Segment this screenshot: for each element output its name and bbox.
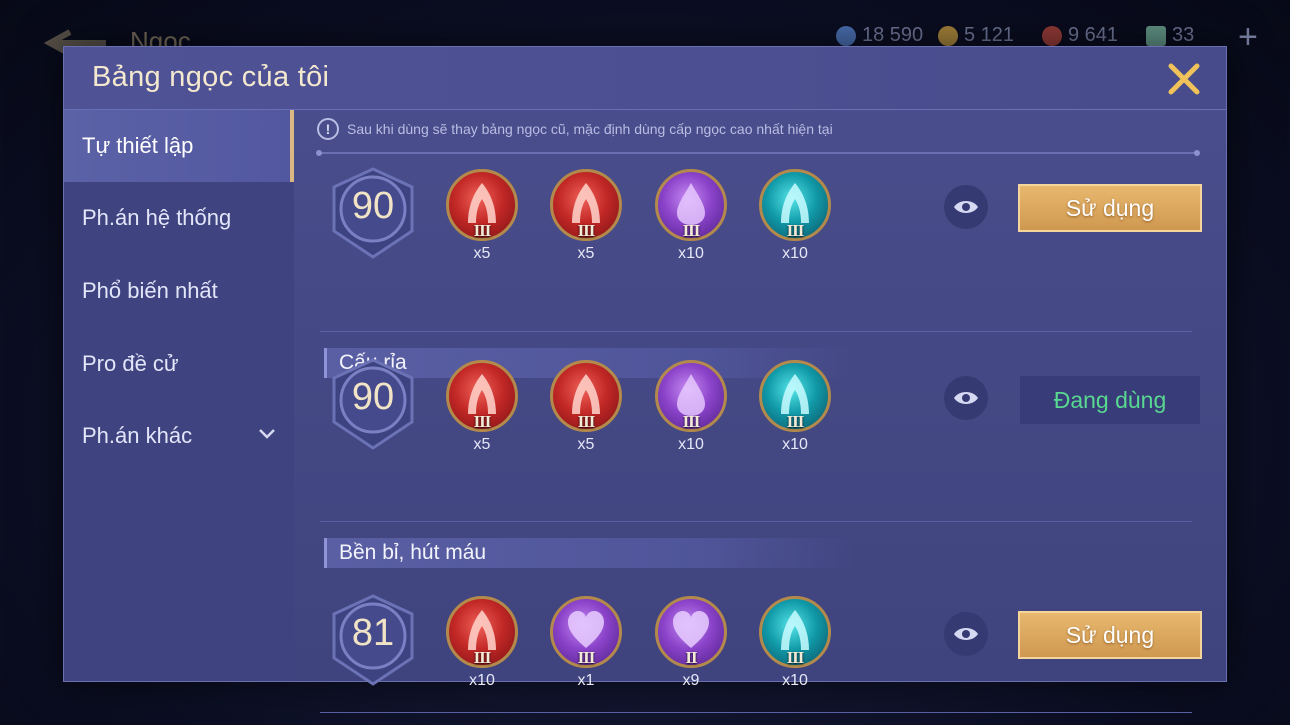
page-level: 90 bbox=[351, 185, 395, 227]
divider bbox=[320, 331, 1192, 332]
use-button[interactable]: Sử dụng bbox=[1018, 184, 1202, 232]
sidebar-item-system[interactable]: Ph.án hệ thống bbox=[64, 182, 294, 254]
gem-count: x5 bbox=[577, 245, 595, 262]
sidebar-item-popular[interactable]: Phổ biến nhất bbox=[64, 255, 294, 327]
in-use-status: Đang dùng bbox=[1020, 376, 1200, 424]
rune-page-row: 81 III x10 III x1 II x9 III x10 Sử dụng bbox=[294, 592, 1226, 692]
gem-count: x10 bbox=[678, 436, 704, 453]
gem-slot[interactable]: III x5 bbox=[550, 360, 622, 453]
gem-slot[interactable]: III x10 bbox=[759, 360, 831, 453]
resource-ruby: 9 641 bbox=[1042, 24, 1118, 47]
page-level: 90 bbox=[351, 376, 395, 418]
drop-rune-icon bbox=[677, 374, 705, 416]
sidebar: Tự thiết lập Ph.án hệ thống Phổ biến nhấ… bbox=[64, 110, 294, 681]
use-button[interactable]: Sử dụng bbox=[1018, 611, 1202, 659]
eye-icon bbox=[954, 628, 978, 640]
gem-count: x9 bbox=[682, 672, 700, 689]
notice: ! Sau khi dùng sẽ thay bảng ngọc cũ, mặc… bbox=[317, 118, 833, 140]
ruby-icon bbox=[1042, 25, 1062, 46]
page-name-label[interactable]: Bền bỉ, hút máu bbox=[324, 538, 854, 568]
gem-slot[interactable]: III x5 bbox=[446, 360, 518, 453]
gem-count: x5 bbox=[577, 436, 595, 453]
gem-tier: III bbox=[473, 221, 492, 240]
heart-rune-icon bbox=[673, 611, 709, 648]
arch-rune-icon bbox=[781, 183, 809, 223]
arch-rune-icon bbox=[468, 610, 496, 650]
gem-slot[interactable]: II x9 bbox=[655, 596, 727, 689]
gem-tier: III bbox=[577, 412, 596, 431]
eye-icon bbox=[954, 201, 978, 213]
gem-tier: III bbox=[786, 648, 805, 667]
sidebar-item-other[interactable]: Ph.án khác bbox=[64, 400, 294, 472]
gem-tier: III bbox=[577, 221, 596, 240]
gem-count: x10 bbox=[782, 436, 808, 453]
ticket-icon bbox=[1146, 25, 1166, 46]
gem-tier: III bbox=[473, 648, 492, 667]
arch-rune-icon bbox=[468, 183, 496, 223]
preview-button[interactable] bbox=[944, 185, 988, 229]
page-level: 81 bbox=[351, 612, 395, 654]
gem-tier: III bbox=[682, 412, 701, 431]
divider bbox=[316, 150, 1200, 156]
divider bbox=[320, 521, 1192, 522]
gem-count: x5 bbox=[473, 436, 491, 453]
sidebar-item-label: Tự thiết lập bbox=[82, 133, 194, 158]
rune-page-list[interactable]: ! Sau khi dùng sẽ thay bảng ngọc cũ, mặc… bbox=[294, 110, 1226, 713]
gem-slot[interactable]: III x1 bbox=[550, 596, 622, 689]
sidebar-item-label: Ph.án hệ thống bbox=[82, 205, 232, 230]
sidebar-item-label: Phổ biến nhất bbox=[82, 278, 218, 303]
modal-header: Bảng ngọc của tôi bbox=[64, 47, 1226, 110]
gem-count: x10 bbox=[469, 672, 495, 689]
sidebar-item-pro[interactable]: Pro đề cử bbox=[64, 328, 294, 400]
arch-rune-icon bbox=[572, 374, 600, 414]
eye-icon bbox=[954, 392, 978, 404]
gem-tier: II bbox=[685, 648, 697, 667]
gem-slot[interactable]: III x10 bbox=[446, 596, 518, 689]
gem-slot[interactable]: III x5 bbox=[550, 169, 622, 262]
gem-count: x10 bbox=[782, 672, 808, 689]
gem-token-icon bbox=[836, 25, 856, 46]
drop-rune-icon bbox=[677, 183, 705, 225]
warning-icon: ! bbox=[317, 118, 339, 140]
gem-count: x10 bbox=[782, 245, 808, 262]
close-icon[interactable] bbox=[1162, 57, 1206, 101]
gem-tier: III bbox=[786, 412, 805, 431]
gem-count: x10 bbox=[678, 245, 704, 262]
gem-tier: III bbox=[786, 221, 805, 240]
resource-gem-token: 18 590 bbox=[836, 24, 923, 47]
sidebar-item-custom[interactable]: Tự thiết lập bbox=[64, 110, 294, 182]
gem-slot[interactable]: III x5 bbox=[446, 169, 518, 262]
arch-rune-icon bbox=[781, 374, 809, 414]
gem-tier: III bbox=[577, 648, 596, 667]
gem-tier: III bbox=[682, 221, 701, 240]
gem-slot[interactable]: III x10 bbox=[655, 360, 727, 453]
gem-tier: III bbox=[473, 412, 492, 431]
heart-rune-icon bbox=[568, 611, 604, 648]
preview-button[interactable] bbox=[944, 376, 988, 420]
arch-rune-icon bbox=[572, 183, 600, 223]
notice-text: Sau khi dùng sẽ thay bảng ngọc cũ, mặc đ… bbox=[347, 121, 833, 137]
arch-rune-icon bbox=[781, 610, 809, 650]
resource-ticket: 33 bbox=[1146, 24, 1194, 47]
gem-slot[interactable]: III x10 bbox=[655, 169, 727, 262]
resource-gold: 5 121 bbox=[938, 24, 1014, 47]
rune-page-row: 90 III x5 III x5 III x10 bbox=[294, 356, 1226, 456]
modal-title: Bảng ngọc của tôi bbox=[92, 61, 330, 93]
rune-page-row: 90 III x5 III x5 III x10 bbox=[294, 165, 1226, 265]
gem-count: x1 bbox=[577, 672, 595, 689]
gem-slot[interactable]: III x10 bbox=[759, 596, 831, 689]
preview-button[interactable] bbox=[944, 612, 988, 656]
sidebar-item-label: Ph.án khác bbox=[82, 423, 193, 448]
divider bbox=[320, 712, 1192, 713]
rune-page-modal: Bảng ngọc của tôi Tự thiết lập Ph.án hệ … bbox=[63, 46, 1227, 713]
chevron-down-icon bbox=[259, 429, 275, 439]
sidebar-item-label: Pro đề cử bbox=[82, 351, 179, 376]
gem-slot[interactable]: III x10 bbox=[759, 169, 831, 262]
add-resource-icon[interactable]: + bbox=[1238, 18, 1258, 57]
gem-count: x5 bbox=[473, 245, 491, 262]
arch-rune-icon bbox=[468, 374, 496, 414]
gold-coin-icon bbox=[938, 25, 958, 46]
